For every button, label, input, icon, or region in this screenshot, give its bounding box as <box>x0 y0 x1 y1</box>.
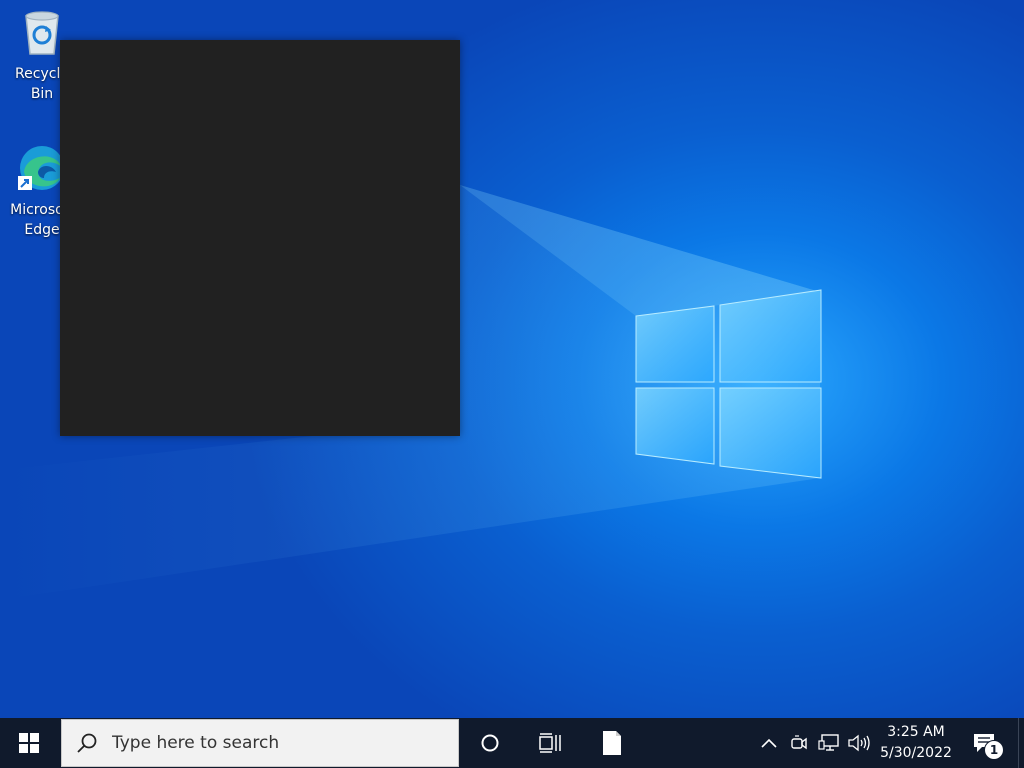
volume-button[interactable] <box>845 718 873 768</box>
network-button[interactable] <box>815 718 843 768</box>
start-button[interactable] <box>0 718 58 768</box>
cortana-button[interactable] <box>466 718 514 768</box>
chevron-up-icon <box>761 738 777 748</box>
blank-dark-window[interactable] <box>60 40 460 436</box>
notification-count-badge: 1 <box>984 740 1004 760</box>
search-input[interactable] <box>110 732 414 754</box>
clock-time: 3:25 AM <box>887 724 945 740</box>
search-box[interactable] <box>61 719 459 767</box>
taskbar-app-document[interactable] <box>588 718 636 768</box>
desktop-background: Recycle Bin Microsoft Edge <box>0 0 1024 718</box>
clock-date: 5/30/2022 <box>880 745 952 761</box>
task-view-button[interactable] <box>526 718 574 768</box>
task-view-icon <box>539 733 561 753</box>
meet-now-icon <box>791 735 807 750</box>
search-icon <box>77 733 97 753</box>
show-desktop-button[interactable] <box>1018 718 1024 768</box>
meet-now-button[interactable] <box>786 718 812 768</box>
windows-logo-icon <box>19 733 39 753</box>
show-hidden-icons-button[interactable] <box>756 718 782 768</box>
taskbar-clock[interactable]: 3:25 AM 5/30/2022 <box>876 718 956 768</box>
volume-icon <box>848 734 870 752</box>
document-icon <box>603 731 621 755</box>
action-center-button[interactable]: 1 <box>962 718 1006 768</box>
taskbar: 3:25 AM 5/30/2022 1 <box>0 718 1024 768</box>
cortana-circle-icon <box>481 734 499 752</box>
network-icon <box>818 734 839 751</box>
